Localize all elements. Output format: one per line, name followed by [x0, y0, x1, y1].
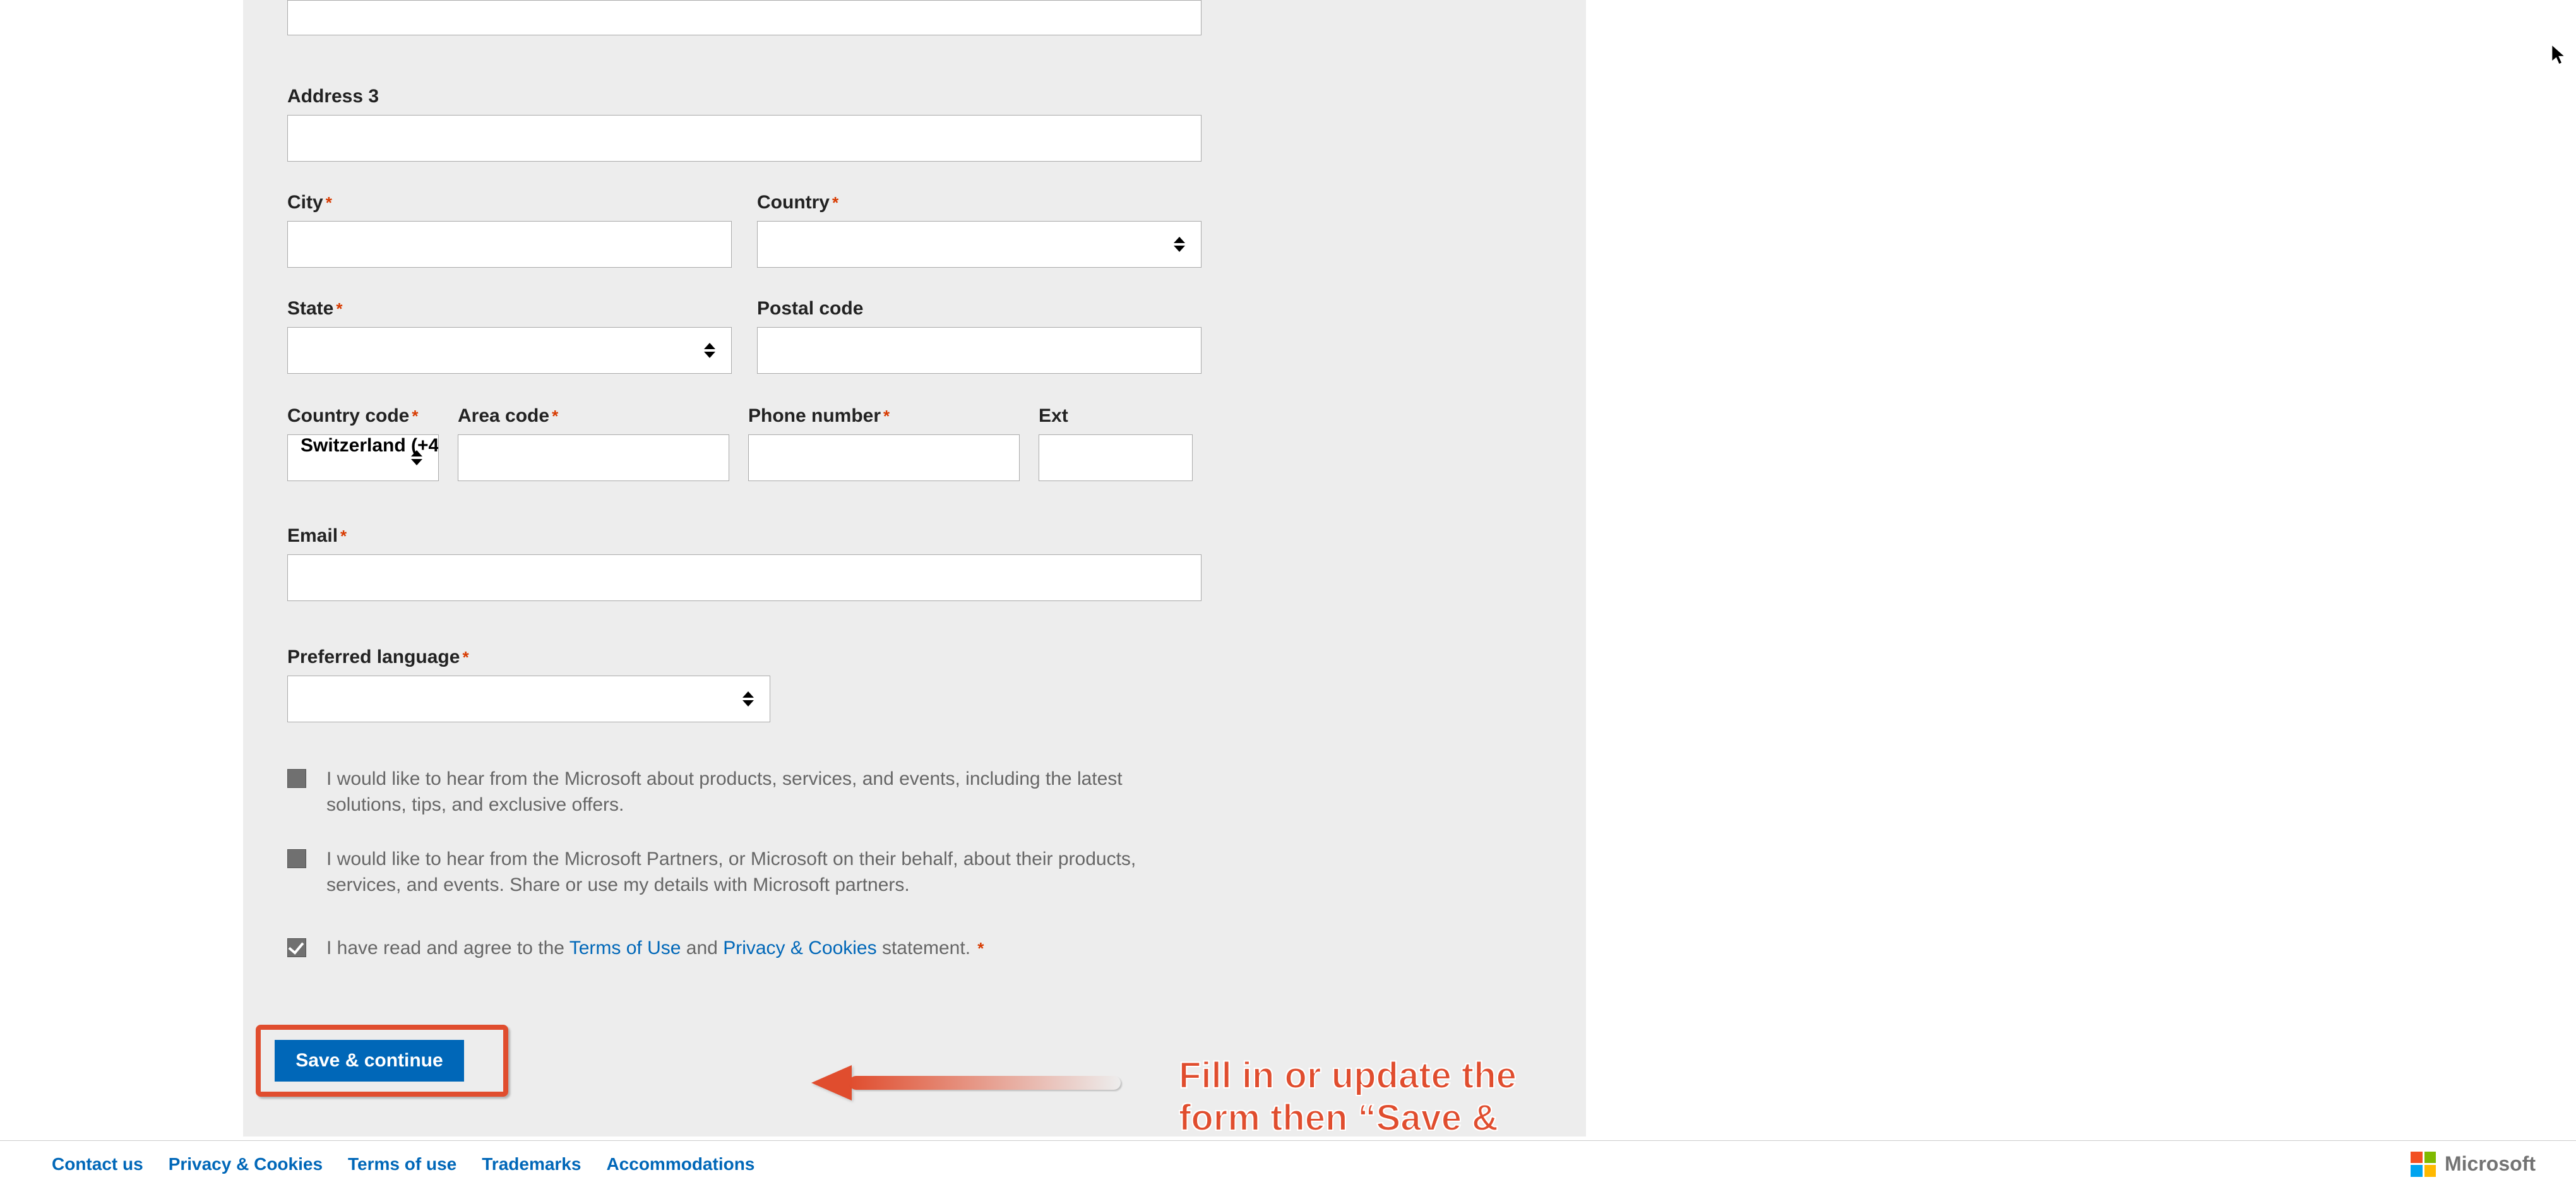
country-label-text: Country — [757, 192, 830, 213]
email-input[interactable] — [287, 554, 1202, 601]
required-icon: * — [340, 527, 347, 546]
terms-of-use-link[interactable]: Terms of Use — [569, 938, 681, 958]
footer-trademarks-link[interactable]: Trademarks — [482, 1154, 581, 1174]
annotation-arrow-icon — [811, 1067, 1121, 1099]
city-country-row: City* Country* — [287, 192, 1202, 268]
email-label-text: Email — [287, 525, 338, 546]
phone-number-label-text: Phone number — [748, 405, 881, 426]
footer-contact-link[interactable]: Contact us — [52, 1154, 143, 1174]
footer-privacy-link[interactable]: Privacy & Cookies — [169, 1154, 323, 1174]
area-code-field: Area code* — [458, 405, 729, 481]
required-icon: * — [412, 407, 418, 426]
state-select[interactable] — [287, 327, 732, 374]
agree-prefix: I have read and agree to the — [326, 938, 569, 958]
country-code-select[interactable]: Switzerland (+41) — [287, 434, 439, 481]
optin-msft-row: I would like to hear from the Microsoft … — [287, 766, 1171, 818]
page: Address 3 City* Country* — [0, 0, 2576, 1187]
mouse-cursor-icon — [2551, 44, 2566, 66]
state-label-text: State — [287, 298, 333, 319]
area-code-label: Area code* — [458, 405, 729, 427]
country-code-label: Country code* — [287, 405, 439, 427]
agree-suffix: statement. — [877, 938, 970, 958]
footer-links: Contact us Privacy & Cookies Terms of us… — [52, 1154, 754, 1174]
registration-form-panel: Address 3 City* Country* — [243, 0, 1586, 1136]
ext-input[interactable] — [1039, 434, 1193, 481]
required-icon: * — [326, 193, 332, 212]
area-code-input[interactable] — [458, 434, 729, 481]
ext-field: Ext — [1039, 405, 1193, 481]
optin-partners-checkbox[interactable] — [287, 849, 306, 868]
save-continue-button[interactable]: Save & continue — [275, 1040, 464, 1082]
footer-terms-link[interactable]: Terms of use — [348, 1154, 456, 1174]
preferred-language-label-text: Preferred language — [287, 647, 460, 667]
preferred-language-field: Preferred language* — [287, 647, 770, 722]
optin-partners-row: I would like to hear from the Microsoft … — [287, 847, 1171, 898]
form-inner: Address 3 City* Country* — [287, 0, 1542, 1113]
email-field: Email* — [287, 525, 1202, 601]
email-label: Email* — [287, 525, 1202, 547]
required-icon: * — [552, 407, 558, 426]
agree-terms-label: I have read and agree to the Terms of Us… — [326, 936, 984, 962]
microsoft-wordmark: Microsoft — [2445, 1152, 2536, 1176]
page-footer: Contact us Privacy & Cookies Terms of us… — [0, 1140, 2576, 1187]
address3-field: Address 3 — [287, 86, 1542, 162]
country-label: Country* — [757, 192, 1202, 213]
country-code-label-text: Country code — [287, 405, 409, 426]
required-icon: * — [973, 939, 984, 958]
country-field: Country* — [757, 192, 1202, 268]
area-code-label-text: Area code — [458, 405, 549, 426]
state-postal-row: State* Postal code — [287, 298, 1202, 374]
phone-row: Country code* Switzerland (+41) Area cod… — [287, 405, 1202, 481]
phone-number-input[interactable] — [748, 434, 1020, 481]
optin-msft-checkbox[interactable] — [287, 769, 306, 788]
country-code-field: Country code* Switzerland (+41) — [287, 405, 439, 481]
ext-label: Ext — [1039, 405, 1193, 427]
preferred-language-select[interactable] — [287, 676, 770, 722]
preferred-language-select-wrap — [287, 676, 770, 722]
country-select[interactable] — [757, 221, 1202, 268]
required-icon: * — [832, 193, 838, 212]
agree-and: and — [681, 938, 723, 958]
country-select-wrap — [757, 221, 1202, 268]
privacy-cookies-link[interactable]: Privacy & Cookies — [723, 938, 876, 958]
state-select-wrap — [287, 327, 732, 374]
optin-msft-label: I would like to hear from the Microsoft … — [326, 766, 1171, 818]
required-icon: * — [336, 299, 342, 318]
state-label: State* — [287, 298, 732, 319]
postal-field: Postal code — [757, 298, 1202, 374]
microsoft-logo: Microsoft — [2411, 1152, 2536, 1177]
preferred-language-label: Preferred language* — [287, 647, 770, 668]
required-icon: * — [462, 648, 468, 667]
city-field: City* — [287, 192, 732, 268]
city-label: City* — [287, 192, 732, 213]
city-input[interactable] — [287, 221, 732, 268]
optin-partners-label: I would like to hear from the Microsoft … — [326, 847, 1171, 898]
city-label-text: City — [287, 192, 323, 213]
save-button-wrap: Save & continue — [287, 1044, 540, 1113]
address3-label: Address 3 — [287, 86, 1542, 107]
microsoft-logo-icon — [2411, 1152, 2436, 1177]
agree-terms-checkbox[interactable] — [287, 938, 306, 957]
state-field: State* — [287, 298, 732, 374]
postal-label: Postal code — [757, 298, 1202, 319]
phone-number-field: Phone number* — [748, 405, 1020, 481]
address2-input[interactable] — [287, 0, 1202, 35]
required-icon: * — [883, 407, 890, 426]
footer-accommodations-link[interactable]: Accommodations — [606, 1154, 754, 1174]
phone-number-label: Phone number* — [748, 405, 1020, 427]
postal-input[interactable] — [757, 327, 1202, 374]
country-code-select-wrap: Switzerland (+41) — [287, 434, 439, 481]
agree-terms-row: I have read and agree to the Terms of Us… — [287, 936, 1171, 962]
address3-input[interactable] — [287, 115, 1202, 162]
